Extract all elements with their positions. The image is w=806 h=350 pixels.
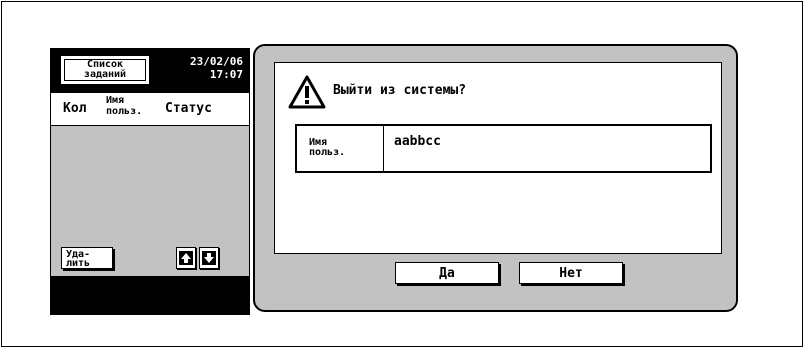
column-count: Кол xyxy=(63,101,87,116)
job-panel-header: Список заданий 23/02/06 17:07 xyxy=(51,49,249,93)
job-list-panel: Список заданий 23/02/06 17:07 Кол Имя по… xyxy=(50,48,250,315)
arrow-up-icon xyxy=(179,251,193,265)
dialog-message: Выйти из системы? xyxy=(333,83,467,98)
time-text: 17:07 xyxy=(209,68,243,81)
user-name-label: Имя польз. xyxy=(309,138,345,158)
column-user-line2: польз. xyxy=(106,106,143,117)
column-status: Статус xyxy=(165,101,212,116)
delete-label-line2: лить xyxy=(66,258,91,269)
delete-button[interactable]: Уда- лить xyxy=(61,247,113,269)
job-list-button[interactable]: Список заданий xyxy=(61,56,149,84)
scroll-up-button[interactable] xyxy=(176,247,196,269)
job-panel-footer xyxy=(51,276,249,314)
user-name-row: Имя польз. aabbcc xyxy=(295,124,712,173)
datetime-display: 23/02/06 17:07 xyxy=(190,55,243,81)
column-user-line1: Имя xyxy=(106,95,125,106)
job-list-column-headers: Кол Имя польз. Статус xyxy=(51,93,249,126)
date-text: 23/02/06 xyxy=(190,55,243,68)
arrow-down-icon xyxy=(202,251,216,265)
job-list-label-line2: заданий xyxy=(83,69,127,80)
scroll-down-button[interactable] xyxy=(199,247,219,269)
warning-icon xyxy=(288,75,326,109)
user-label-line2: польз. xyxy=(309,147,346,158)
user-row-divider xyxy=(383,126,384,171)
user-name-value: aabbcc xyxy=(394,134,441,149)
yes-button[interactable]: Да xyxy=(395,262,499,284)
no-button[interactable]: Нет xyxy=(519,262,623,284)
column-user: Имя польз. xyxy=(106,95,142,117)
